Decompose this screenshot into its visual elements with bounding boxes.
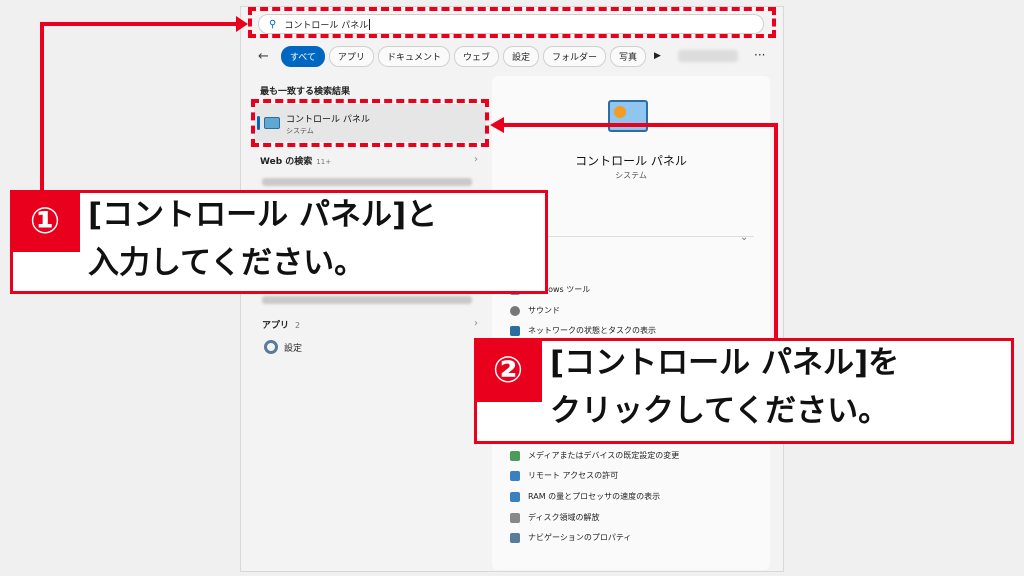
- blurred-account: [678, 50, 738, 62]
- blurred-web-result: [262, 296, 472, 304]
- play-icon[interactable]: ▶: [654, 51, 661, 61]
- tab-apps[interactable]: アプリ: [328, 45, 374, 67]
- arrow-two-head: [490, 117, 504, 133]
- best-match-header: 最も一致する検索結果: [260, 87, 351, 97]
- recent-item-label: メディアまたはデバイスの既定設定の変更: [528, 451, 680, 460]
- result-highlight-box: [251, 99, 489, 147]
- recent-item[interactable]: ナビゲーションのプロパティ: [510, 532, 631, 543]
- recent-item-label: ナビゲーションのプロパティ: [528, 533, 632, 542]
- search-highlight-box: [248, 7, 776, 38]
- recent-item[interactable]: RAM の量とプロセッサの速度の表示: [510, 491, 660, 502]
- web-header-label: Web の検索: [260, 157, 313, 167]
- chevron-right-icon[interactable]: ›: [474, 154, 478, 165]
- callout-two-line1: [コントロール パネル]を: [550, 345, 900, 381]
- preview-title: コントロール パネル: [575, 154, 687, 168]
- app-settings-label: 設定: [284, 343, 303, 354]
- tab-settings[interactable]: 設定: [502, 45, 539, 67]
- speaker-icon: [510, 305, 520, 316]
- apps-header-label: アプリ: [262, 321, 290, 331]
- network-icon: [510, 325, 520, 336]
- callout-two-number: ②: [474, 338, 542, 402]
- tab-documents[interactable]: ドキュメント: [377, 45, 450, 67]
- arrow-two-vertical: [774, 124, 778, 340]
- blurred-web-result: [262, 178, 472, 186]
- system-info-icon: [510, 491, 520, 502]
- tab-photos[interactable]: 写真: [610, 45, 647, 67]
- disk-cleanup-icon: [510, 512, 520, 523]
- recent-item-label: ネットワークの状態とタスクの表示: [528, 326, 656, 335]
- recent-item[interactable]: リモート アクセスの許可: [510, 470, 618, 481]
- more-options-icon[interactable]: ···: [754, 48, 765, 62]
- recent-item-label: RAM の量とプロセッサの速度の表示: [528, 492, 661, 501]
- recent-item-label: ディスク領域の解放: [528, 513, 600, 522]
- arrow-one-horizontal: [40, 22, 238, 26]
- callout-one-line1: [コントロール パネル]と: [88, 197, 438, 233]
- recent-item[interactable]: ネットワークの状態とタスクの表示: [510, 325, 656, 336]
- tab-folders[interactable]: フォルダー: [542, 45, 606, 67]
- recent-item[interactable]: メディアまたはデバイスの既定設定の変更: [510, 450, 679, 461]
- web-count: 11+: [316, 158, 332, 166]
- apps-count: 2: [295, 321, 301, 330]
- callout-two-line2: クリックしてください。: [550, 393, 890, 429]
- callout-one-line2: 入力してください。: [88, 245, 366, 281]
- tab-all[interactable]: すべて: [280, 45, 325, 67]
- remote-access-icon: [510, 470, 520, 481]
- recent-item[interactable]: ディスク領域の解放: [510, 512, 599, 523]
- app-settings-item[interactable]: 設定: [264, 340, 302, 354]
- chevron-right-icon[interactable]: ›: [474, 318, 478, 329]
- arrow-one-head: [236, 16, 248, 32]
- arrow-one-vertical: [40, 22, 44, 190]
- web-search-header: Web の検索 11+: [260, 154, 331, 167]
- navigation-icon: [510, 532, 520, 543]
- control-panel-large-icon: [608, 100, 648, 132]
- callout-one-number: ①: [10, 190, 80, 252]
- preview-subtitle: システム: [615, 171, 647, 180]
- chevron-down-icon[interactable]: ⌄: [740, 232, 748, 243]
- back-arrow-icon[interactable]: ←: [258, 49, 269, 64]
- filter-bar: ← すべて アプリ ドキュメント ウェブ 設定 フォルダー 写真 ▶: [258, 45, 661, 67]
- tab-web[interactable]: ウェブ: [453, 45, 499, 67]
- apps-header: アプリ 2: [262, 318, 300, 331]
- arrow-two-horizontal: [504, 123, 778, 127]
- recent-item-label: リモート アクセスの許可: [528, 471, 619, 480]
- gear-icon: [264, 340, 278, 354]
- recent-item-label: サウンド: [528, 306, 560, 315]
- media-device-icon: [510, 450, 520, 461]
- recent-item[interactable]: サウンド: [510, 305, 560, 316]
